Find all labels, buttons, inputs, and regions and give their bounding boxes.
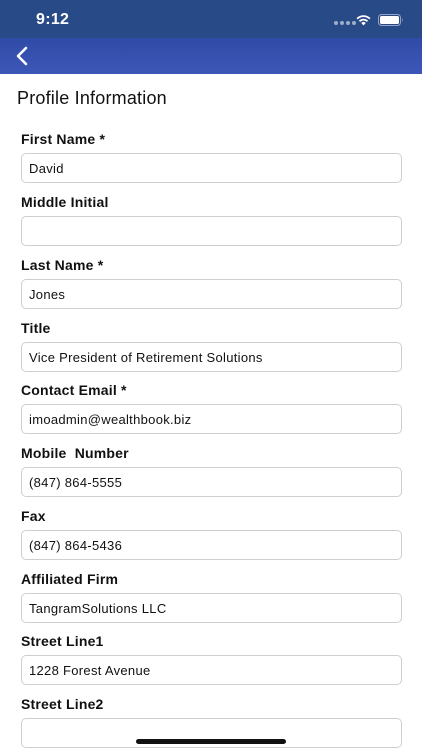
title-field: Title <box>21 319 402 372</box>
status-bar: 9:12 <box>0 0 422 38</box>
battery-icon <box>378 14 403 26</box>
mobile-number-input[interactable] <box>21 467 402 497</box>
last-name-input[interactable] <box>21 279 402 309</box>
middle-initial-field: Middle Initial <box>21 193 402 246</box>
middle-initial-label: Middle Initial <box>21 194 109 210</box>
back-button[interactable] <box>8 42 36 70</box>
first-name-input[interactable] <box>21 153 402 183</box>
street-line1-field: Street Line1 <box>21 632 402 685</box>
last-name-label: Last Name * <box>21 257 104 273</box>
profile-form: Profile Information First Name * Middle … <box>0 74 422 750</box>
chevron-left-icon <box>16 46 28 66</box>
page-title: Profile Information <box>17 88 167 108</box>
affiliated-firm-label: Affiliated Firm <box>21 571 119 587</box>
navigation-bar <box>0 38 422 74</box>
affiliated-firm-input[interactable] <box>21 593 402 623</box>
mobile-number-label: Mobile Number <box>21 445 129 461</box>
first-name-label: First Name * <box>21 131 106 147</box>
home-indicator[interactable] <box>136 739 286 744</box>
title-input[interactable] <box>21 342 402 372</box>
fax-label: Fax <box>21 508 46 524</box>
cellular-signal-icon <box>334 21 356 25</box>
contact-email-field: Contact Email * <box>21 381 402 434</box>
street-line1-label: Street Line1 <box>21 633 104 649</box>
mobile-number-field: Mobile Number <box>21 444 402 497</box>
affiliated-firm-field: Affiliated Firm <box>21 570 402 623</box>
fax-field: Fax <box>21 507 402 560</box>
contact-email-label: Contact Email * <box>21 382 127 398</box>
last-name-field: Last Name * <box>21 256 402 309</box>
street-line2-label: Street Line2 <box>21 696 104 712</box>
title-label: Title <box>21 320 51 336</box>
contact-email-input[interactable] <box>21 404 402 434</box>
fax-input[interactable] <box>21 530 402 560</box>
first-name-field: First Name * <box>21 130 402 183</box>
middle-initial-input[interactable] <box>21 216 402 246</box>
status-time: 9:12 <box>36 11 70 28</box>
street-line1-input[interactable] <box>21 655 402 685</box>
wifi-icon <box>356 15 371 26</box>
